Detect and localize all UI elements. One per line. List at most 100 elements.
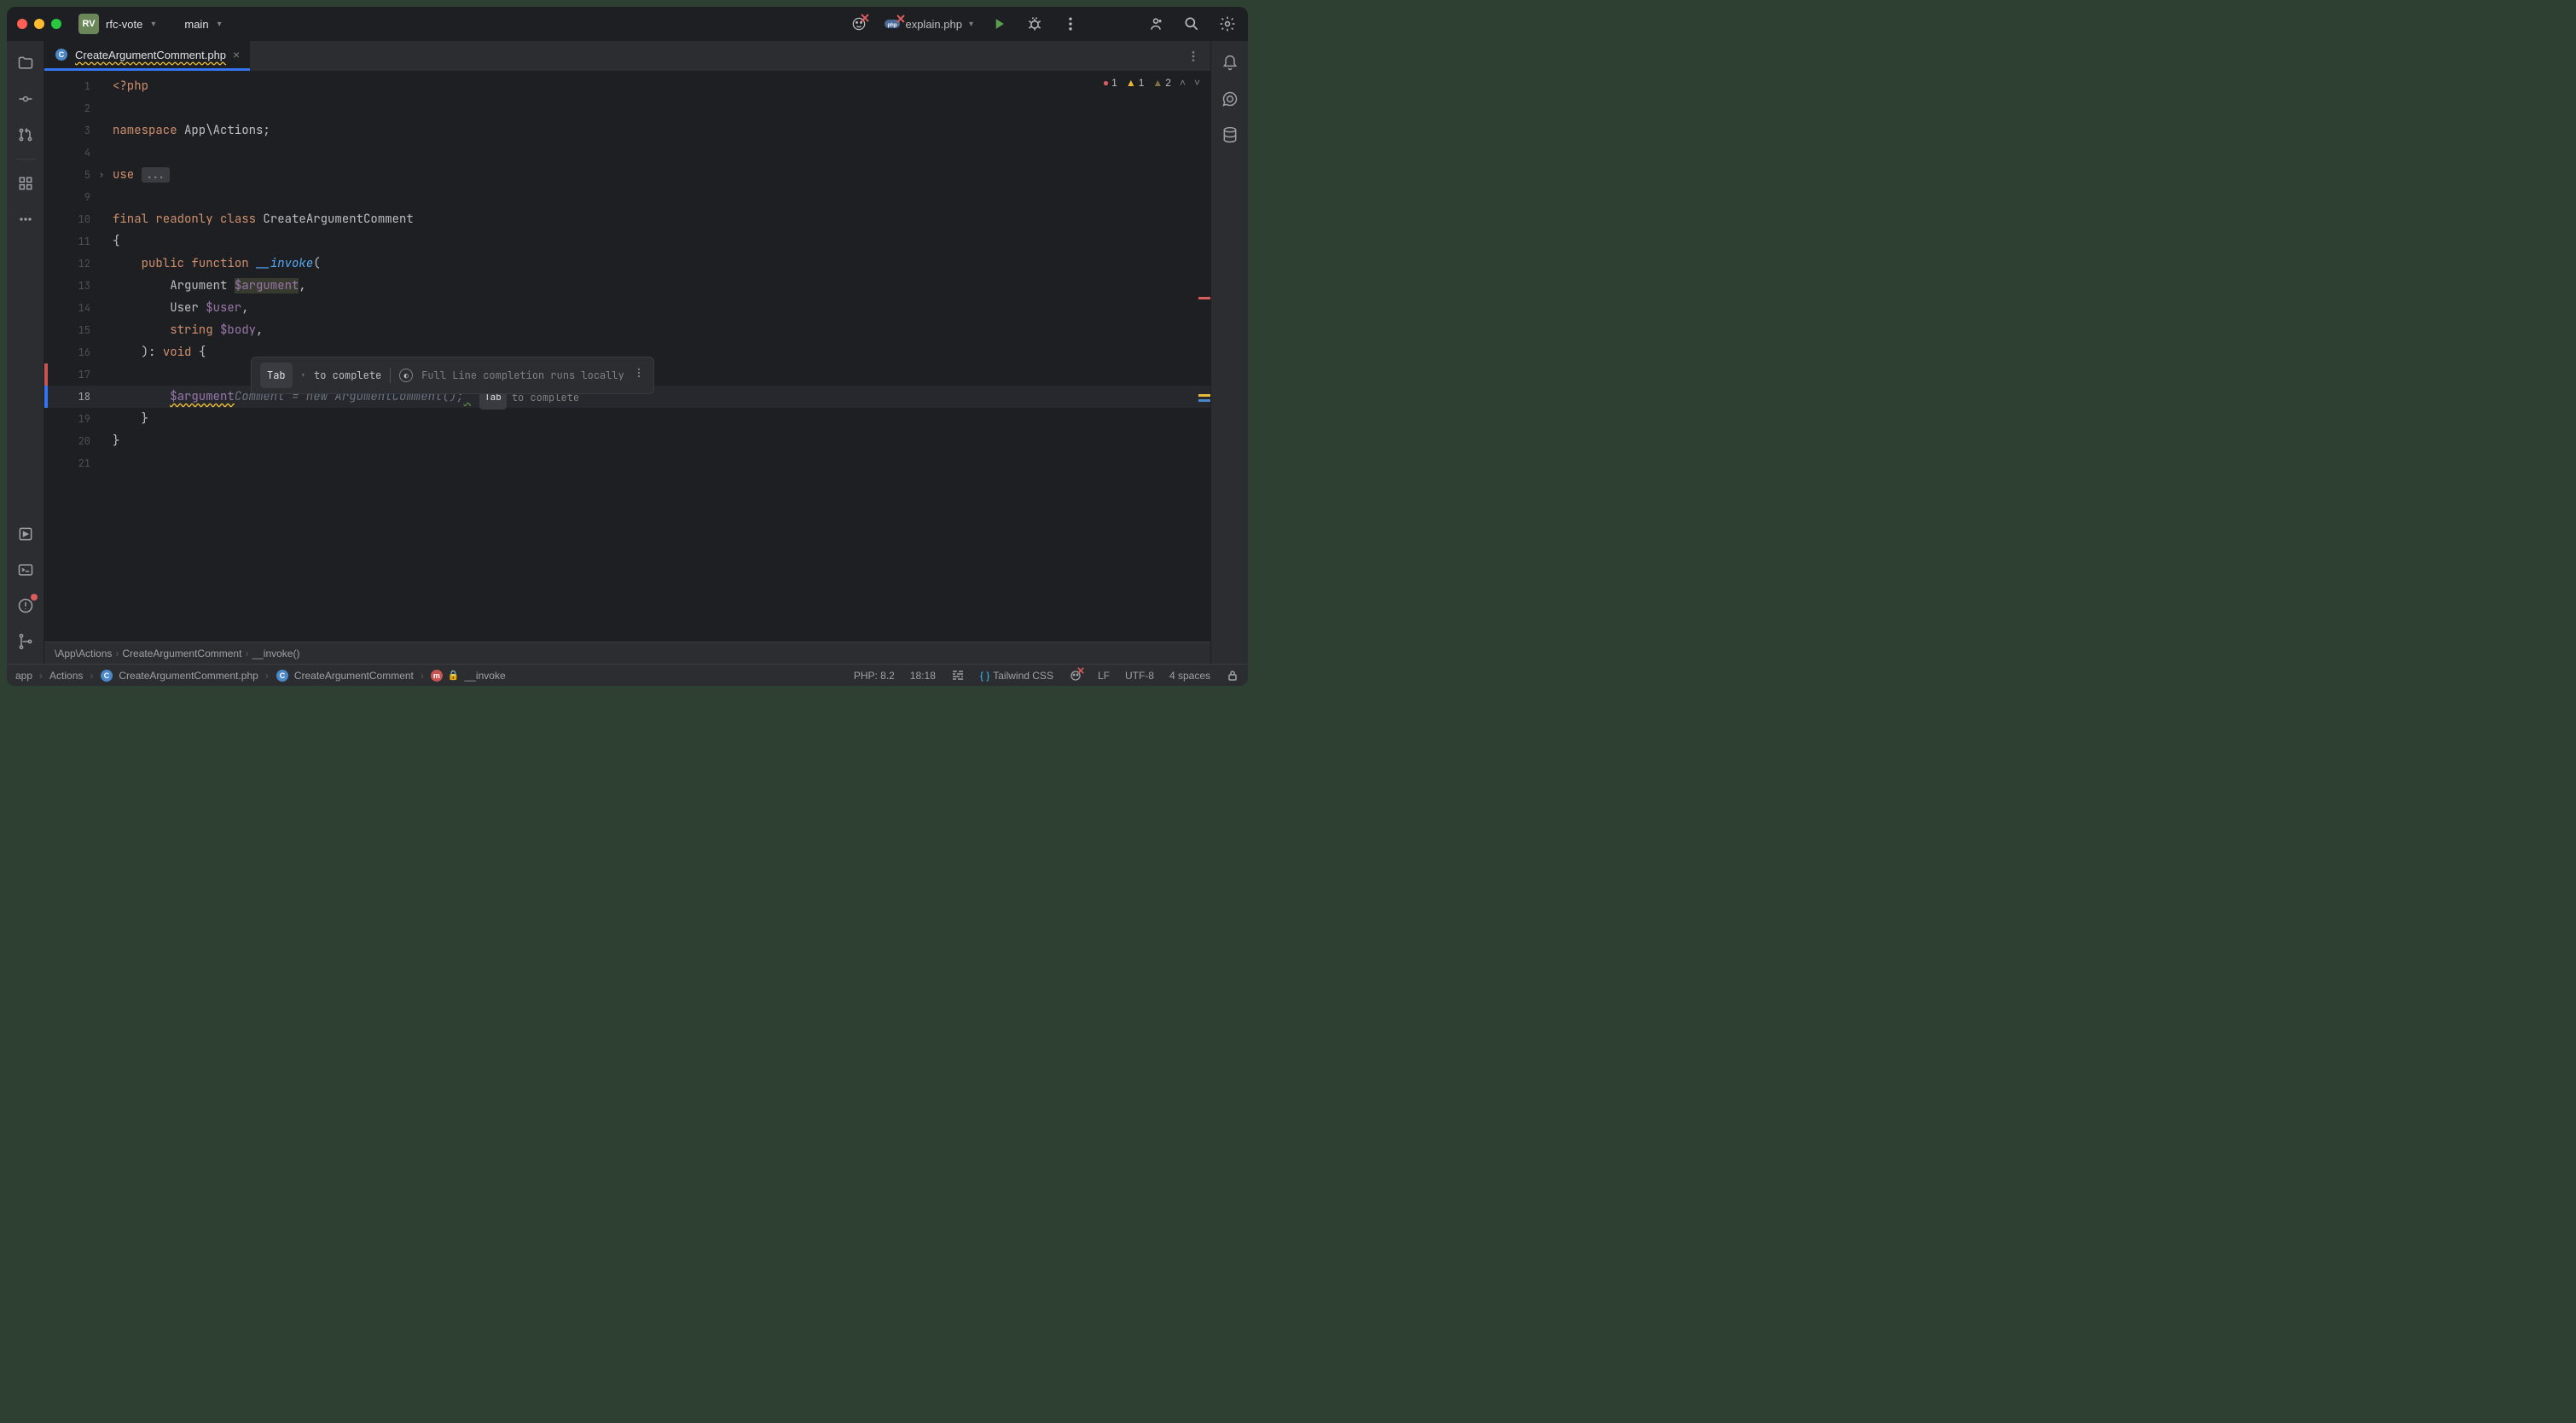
line-number: 17: [44, 363, 106, 386]
settings-icon[interactable]: [1217, 14, 1238, 34]
window-controls: [17, 19, 61, 29]
line-number: 18💡: [44, 386, 106, 408]
chevron-right-icon: ›: [115, 648, 119, 659]
ai-assistant-icon[interactable]: [849, 14, 869, 34]
chevron-right-icon: ›: [39, 670, 43, 682]
nav-segment[interactable]: CreateArgumentComment: [122, 648, 241, 659]
php-class-icon: C: [100, 669, 113, 682]
run-button[interactable]: [989, 14, 1009, 34]
project-dropdown-icon[interactable]: ▾: [151, 20, 155, 29]
completion-hint-popup: Tab ▾ to complete ◐ Full Line completion…: [251, 357, 654, 394]
branch-dropdown-icon[interactable]: ▾: [218, 20, 222, 29]
breadcrumb-segment[interactable]: app: [15, 670, 32, 682]
editor-tabs: C CreateArgumentComment.php ×: [44, 41, 1210, 72]
code-with-me-icon[interactable]: [1146, 14, 1166, 34]
run-config-label: explain.php: [905, 18, 962, 31]
titlebar: RV rfc-vote ▾ main ▾ php explain.php ▾: [7, 7, 1248, 41]
local-completion-label: Full Line completion runs locally: [421, 364, 624, 386]
local-completion-icon: ◐: [399, 369, 413, 382]
navigation-bar[interactable]: \App\Actions › CreateArgumentComment › _…: [44, 642, 1210, 664]
run-config-selector[interactable]: php explain.php ▾: [885, 18, 973, 31]
chevron-down-icon[interactable]: ▾: [301, 364, 305, 386]
line-number: 9: [44, 186, 106, 208]
line-number: 14: [44, 297, 106, 319]
tailwind-status[interactable]: { }Tailwind CSS: [980, 670, 1053, 682]
more-tools-icon[interactable]: [9, 204, 43, 235]
line-number: 16: [44, 341, 106, 363]
project-avatar: RV: [78, 14, 99, 34]
folded-region[interactable]: ...: [142, 167, 170, 183]
ai-chat-tool-icon[interactable]: [1213, 84, 1247, 114]
breadcrumb-segment[interactable]: __invoke: [465, 670, 506, 682]
chevron-right-icon: ›: [421, 670, 424, 682]
line-number: 5›: [44, 164, 106, 186]
line-number: 3: [44, 119, 106, 142]
breadcrumb-segment[interactable]: CreateArgumentComment: [294, 670, 414, 682]
commit-tool-icon[interactable]: [9, 84, 43, 114]
ai-status-icon[interactable]: [1069, 669, 1082, 682]
maximize-window-button[interactable]: [51, 19, 61, 29]
svg-text:C: C: [59, 50, 65, 59]
notifications-tool-icon[interactable]: [1213, 48, 1247, 78]
chevron-right-icon: ›: [265, 670, 269, 682]
tabs-menu-icon[interactable]: [1176, 41, 1210, 71]
completion-menu-icon[interactable]: [633, 364, 645, 386]
prettier-icon[interactable]: [951, 669, 965, 682]
line-number: 20: [44, 430, 106, 452]
breadcrumb-segment[interactable]: Actions: [49, 670, 83, 682]
line-number: 10: [44, 208, 106, 230]
line-number: 2: [44, 97, 106, 119]
line-number: 15: [44, 319, 106, 341]
chevron-right-icon: ›: [90, 670, 93, 682]
to-complete-label: to complete: [314, 364, 381, 386]
debug-button[interactable]: [1024, 14, 1045, 34]
services-tool-icon[interactable]: [9, 519, 43, 549]
branch-name[interactable]: main: [184, 18, 208, 31]
terminal-tool-icon[interactable]: [9, 555, 43, 585]
chevron-right-icon: ›: [245, 648, 248, 659]
file-encoding[interactable]: UTF-8: [1125, 670, 1154, 682]
line-number: 1: [44, 75, 106, 97]
minimize-window-button[interactable]: [34, 19, 44, 29]
php-file-icon: php: [885, 18, 900, 30]
indent-setting[interactable]: 4 spaces: [1169, 670, 1210, 682]
lock-icon: 🔒: [448, 670, 460, 681]
tab-close-icon[interactable]: ×: [233, 48, 240, 61]
code-editor[interactable]: ●1 ▲1 ▲2 ˄ ˅ 1 2 3 4 5› 9 10 11 12: [44, 72, 1210, 642]
editor-tab-active[interactable]: C CreateArgumentComment.php ×: [44, 41, 250, 71]
php-version[interactable]: PHP: 8.2: [854, 670, 895, 682]
database-tool-icon[interactable]: [1213, 119, 1247, 150]
line-number: 4: [44, 142, 106, 164]
svg-text:php: php: [888, 23, 897, 28]
nav-segment[interactable]: \App\Actions: [55, 648, 112, 659]
cursor-position[interactable]: 18:18: [910, 670, 936, 682]
php-class-icon: C: [55, 48, 68, 61]
right-tool-rail: [1210, 41, 1248, 664]
line-number: 19: [44, 408, 106, 430]
line-number: 11: [44, 230, 106, 253]
editor-area: C CreateArgumentComment.php × ●1 ▲1 ▲2 ˄…: [44, 41, 1210, 664]
method-icon: m: [431, 670, 443, 682]
structure-tool-icon[interactable]: [9, 168, 43, 199]
tab-key-label: Tab: [260, 363, 293, 388]
run-config-dropdown-icon[interactable]: ▾: [969, 20, 973, 29]
svg-text:C: C: [104, 671, 110, 680]
search-icon[interactable]: [1181, 14, 1202, 34]
code-content[interactable]: <?php namespace App\Actions; use ... fin…: [106, 72, 1210, 642]
pull-requests-icon[interactable]: [9, 119, 43, 150]
fold-chevron-icon[interactable]: ›: [99, 164, 104, 186]
line-number: 21: [44, 452, 106, 474]
readonly-toggle-icon[interactable]: [1226, 669, 1239, 682]
nav-segment[interactable]: __invoke(): [252, 648, 299, 659]
more-actions-icon[interactable]: [1060, 14, 1081, 34]
project-tool-icon[interactable]: [9, 48, 43, 78]
close-window-button[interactable]: [17, 19, 27, 29]
vcs-tool-icon[interactable]: [9, 626, 43, 657]
editor-gutter: 1 2 3 4 5› 9 10 11 12 13 14 15 16 17 18💡…: [44, 72, 106, 642]
left-tool-rail: [7, 41, 44, 664]
project-name[interactable]: rfc-vote: [106, 18, 142, 31]
line-separator[interactable]: LF: [1098, 670, 1110, 682]
error-stripe[interactable]: [1198, 72, 1210, 642]
breadcrumb-segment[interactable]: CreateArgumentComment.php: [119, 670, 258, 682]
problems-tool-icon[interactable]: [9, 590, 43, 621]
